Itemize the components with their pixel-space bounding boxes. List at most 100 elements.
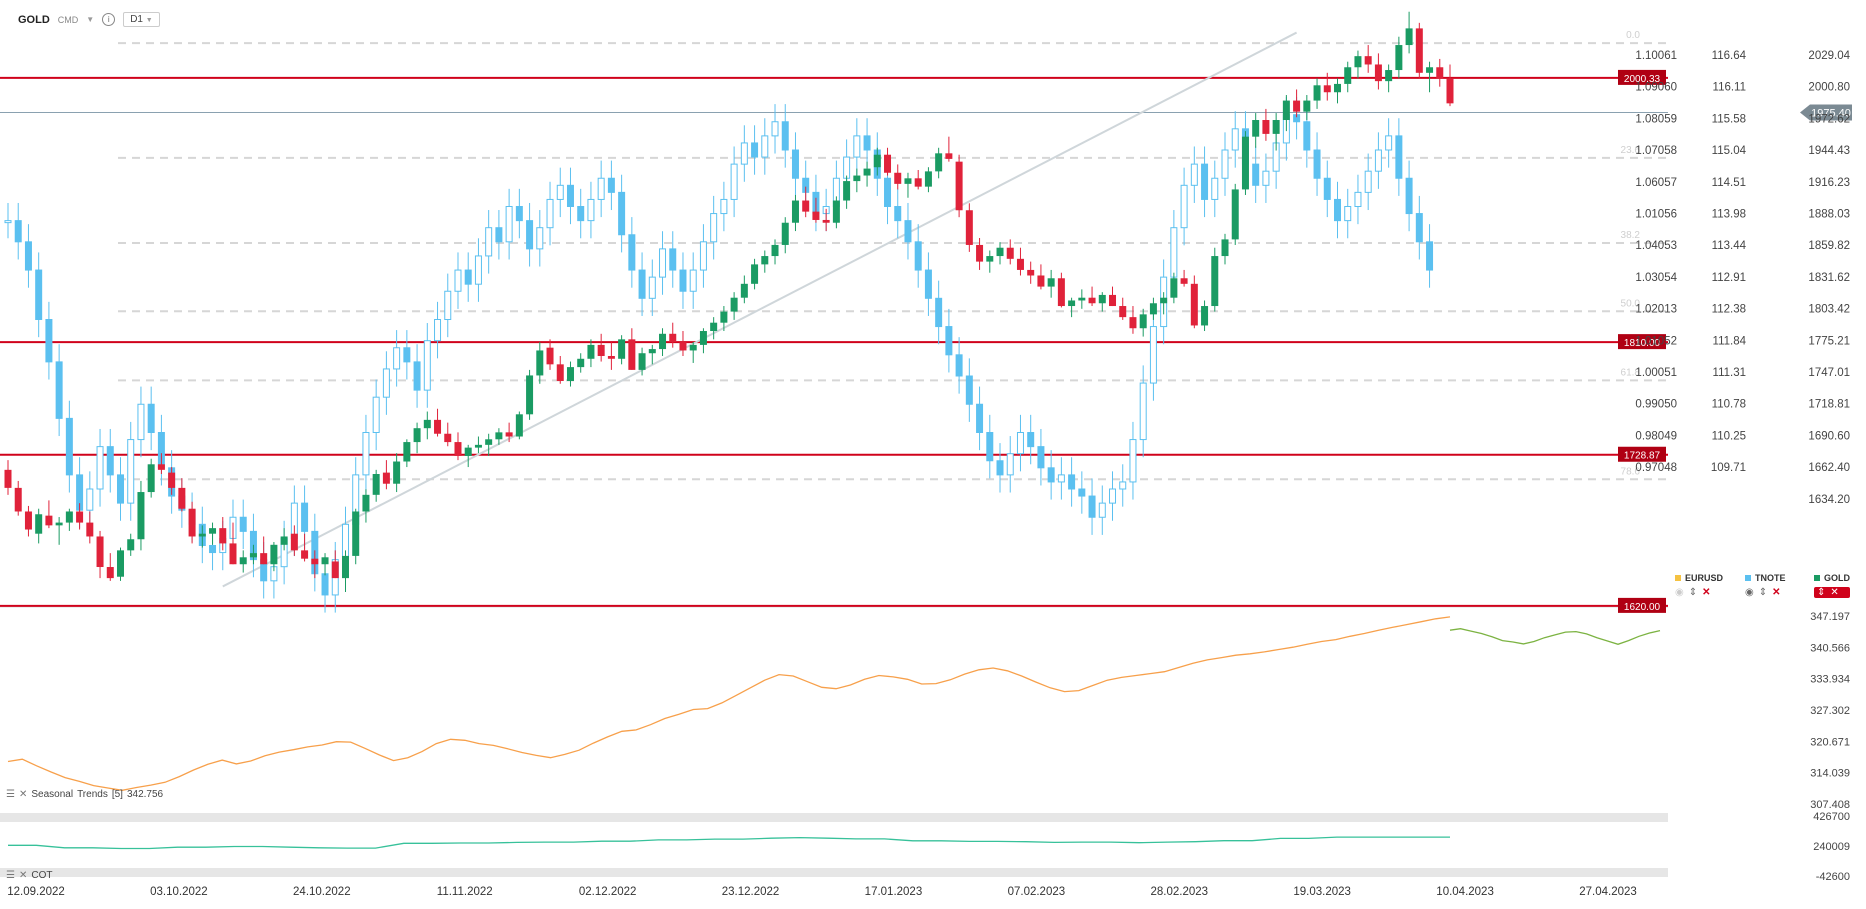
y-tick-label-tnote: 111.31 (1713, 367, 1746, 379)
gold-candle (157, 464, 165, 470)
panel-menu-icon[interactable]: ☰ (6, 789, 15, 800)
gold-candle (791, 200, 799, 223)
tnote-candle (515, 206, 523, 222)
y-tick-label-gold: 1888.03 (1808, 209, 1850, 221)
panel-menu-icon[interactable]: ☰ (6, 870, 15, 881)
gold-candle (1436, 67, 1444, 79)
seasonal-sub: Trends (77, 789, 108, 800)
tnote-candle (423, 340, 431, 391)
tnote-candle (863, 135, 871, 151)
gold-candle (393, 461, 401, 484)
gold-candle (740, 283, 748, 298)
tnote-candle (1426, 241, 1434, 271)
gold-candle (894, 172, 902, 184)
cot-panel-label: ☰ ✕ COT (6, 870, 52, 881)
tnote-candle (976, 403, 984, 433)
x-tick-label: 27.04.2023 (1579, 886, 1637, 898)
gold-candle (301, 550, 309, 559)
gold-candle (1415, 28, 1423, 73)
y-tick-label-seasonal: 333.934 (1810, 674, 1850, 686)
gold-candle (1303, 100, 1311, 112)
y-tick-label-gold: 1718.81 (1808, 399, 1850, 411)
gold-candle (1313, 85, 1321, 101)
y-tick-label-eurusd: 1.08059 (1635, 113, 1677, 125)
tnote-candle (587, 198, 595, 222)
gold-candle (1078, 297, 1086, 301)
chevron-down-icon[interactable]: ▼ (86, 15, 94, 24)
gold-candle (689, 344, 697, 351)
tnote-candle (914, 241, 922, 271)
tnote-candle (1027, 432, 1035, 448)
legend-label: EURUSD (1685, 573, 1724, 583)
cot-line (8, 836, 1450, 850)
reorder-icon[interactable]: ⇕ (1759, 587, 1767, 598)
settings-icon[interactable]: ✕ (19, 789, 27, 800)
tnote-candle (464, 269, 472, 285)
tnote-candle (1252, 163, 1260, 186)
x-tick-label: 10.04.2023 (1436, 886, 1494, 898)
gold-candle (802, 200, 810, 212)
tnote-candle (382, 368, 390, 398)
gold-candle (832, 200, 840, 223)
info-icon[interactable]: i (102, 13, 116, 26)
close-icon[interactable]: ✕ (1830, 587, 1838, 598)
tnote-candle (14, 220, 22, 243)
legend-gold[interactable]: GOLD ⇕ ✕ (1814, 573, 1850, 598)
gold-candle (884, 154, 892, 173)
gold-candle (863, 168, 871, 176)
reorder-icon[interactable]: ⇕ (1817, 587, 1825, 598)
gold-candle (771, 244, 779, 257)
gold-candle (341, 555, 349, 579)
tnote-candle (1221, 149, 1229, 179)
tnote-candle (618, 191, 626, 236)
y-tick-label-gold: 1916.23 (1808, 177, 1850, 189)
gold-candle (1016, 258, 1024, 270)
tnote-candle (679, 269, 687, 292)
y-tick-label-gold: 1831.62 (1808, 272, 1850, 284)
tnote-candle (996, 460, 1004, 476)
y-tick-label-gold: 1859.82 (1808, 240, 1850, 252)
panel-separator (0, 868, 1668, 877)
gold-candle (924, 171, 932, 187)
close-icon[interactable]: ✕ (1772, 587, 1780, 598)
gold-candle (526, 375, 534, 415)
tnote-candle (720, 198, 728, 215)
gold-candle (1272, 120, 1280, 134)
tnote-candle (86, 488, 94, 511)
tnote-candle (505, 206, 513, 243)
reorder-icon[interactable]: ⇕ (1689, 587, 1697, 598)
gold-candle (423, 419, 431, 429)
y-tick-label-seasonal: 320.671 (1810, 736, 1850, 748)
symbol-label[interactable]: GOLD (18, 14, 50, 26)
timeframe-select[interactable]: D1 ▼ (123, 12, 160, 27)
tnote-candle (239, 516, 247, 532)
eye-off-icon[interactable]: ◉ (1675, 587, 1684, 598)
tnote-candle (791, 149, 799, 179)
gold-candle (761, 256, 769, 265)
tnote-candle (710, 213, 718, 243)
x-tick-label: 12.09.2022 (7, 886, 65, 898)
gold-candle (710, 322, 718, 332)
y-tick-label-eurusd: 1.06057 (1635, 177, 1677, 189)
tnote-candle (301, 502, 309, 532)
close-icon[interactable]: ✕ (1702, 587, 1710, 598)
x-tick-label: 24.10.2022 (293, 886, 351, 898)
settings-icon[interactable]: ✕ (19, 870, 27, 881)
gold-candle (1241, 136, 1249, 190)
seasonal-panel-label: ☰ ✕ Seasonal Trends [5] 342.756 (6, 789, 163, 800)
gold-candle (1027, 269, 1035, 276)
gold-candle (873, 154, 881, 168)
y-tick-label-eurusd: 1.01056 (1635, 209, 1677, 221)
gold-candle (434, 419, 442, 434)
legend-eurusd[interactable]: EURUSD ◉ ⇕ ✕ (1675, 573, 1723, 598)
fib-level-label: 0.0 (1626, 30, 1640, 41)
tnote-candle (45, 319, 53, 363)
legend-tnote[interactable]: TNOTE ◉ ⇕ ✕ (1745, 573, 1786, 598)
tnote-candle (1211, 177, 1219, 200)
tnote-candle (116, 474, 124, 504)
tnote-candle (106, 446, 114, 476)
gold-candle (1129, 317, 1137, 329)
eye-icon[interactable]: ◉ (1745, 587, 1754, 598)
seasonal-name: Seasonal (31, 789, 74, 800)
tnote-candle (1180, 184, 1188, 229)
